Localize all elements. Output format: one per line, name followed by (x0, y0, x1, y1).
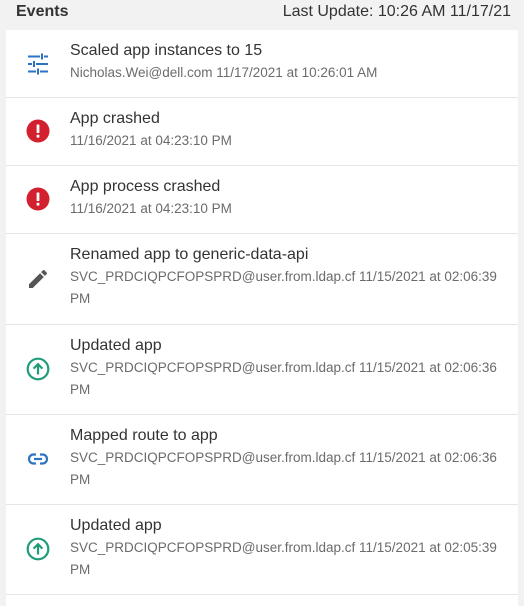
event-title: Scaled app instances to 15 (70, 42, 263, 59)
link-icon (25, 446, 51, 472)
event-item[interactable]: App process crashed 11/16/2021 at 04:23:… (6, 166, 518, 234)
sliders-icon (25, 51, 51, 77)
event-meta: SVC_PRDCIQPCFOPSPRD@user.from.ldap.cf 11… (70, 540, 497, 577)
event-text: Updated app SVC_PRDCIQPCFOPSPRD@user.fro… (70, 515, 512, 581)
event-meta: Nicholas.Wei@dell.com 11/17/2021 at 10:2… (70, 65, 378, 80)
event-text: Mapped route to app SVC_PRDCIQPCFOPSPRD@… (70, 425, 512, 491)
event-title: Updated app (70, 517, 162, 534)
arrow-up-circle-icon (25, 536, 51, 562)
event-meta: SVC_PRDCIQPCFOPSPRD@user.from.ldap.cf 11… (70, 269, 497, 306)
pencil-icon (25, 266, 51, 292)
events-title: Events (16, 3, 69, 20)
events-panel: Events Last Update: 10:26 AM 11/17/21 Sc… (0, 0, 524, 606)
arrow-up-circle-icon (25, 356, 51, 382)
event-item[interactable]: Updated app SVC_PRDCIQPCFOPSPRD@user.fro… (6, 325, 518, 415)
event-meta: SVC_PRDCIQPCFOPSPRD@user.from.ldap.cf 11… (70, 360, 497, 397)
event-title: App crashed (70, 110, 160, 127)
event-text: Updated app SVC_PRDCIQPCFOPSPRD@user.fro… (70, 335, 512, 401)
event-title: Updated app (70, 337, 162, 354)
event-text: Renamed app to generic-data-api SVC_PRDC… (70, 244, 512, 310)
last-update: Last Update: 10:26 AM 11/17/21 (282, 3, 511, 20)
event-item[interactable]: Scaled app instances to 15 Nicholas.Wei@… (6, 30, 518, 98)
event-text: Scaled app instances to 15 Nicholas.Wei@… (70, 40, 512, 84)
event-text: App crashed 11/16/2021 at 04:23:10 PM (70, 108, 512, 152)
error-icon (25, 118, 51, 144)
event-item[interactable]: Mapped route to app SVC_PRDCIQPCFOPSPRD@… (6, 415, 518, 505)
event-title: Renamed app to generic-data-api (70, 246, 309, 263)
event-meta: 11/16/2021 at 04:23:10 PM (70, 133, 232, 148)
events-list[interactable]: Scaled app instances to 15 Nicholas.Wei@… (6, 30, 518, 606)
error-icon (25, 186, 51, 212)
events-header: Events Last Update: 10:26 AM 11/17/21 (0, 0, 524, 26)
event-title: App process crashed (70, 178, 221, 195)
event-item[interactable]: Updated app SVC_PRDCIQPCFOPSPRD@user.fro… (6, 505, 518, 595)
event-meta: 11/16/2021 at 04:23:10 PM (70, 201, 232, 216)
event-text: App process crashed 11/16/2021 at 04:23:… (70, 176, 512, 220)
event-item[interactable]: App crashed 11/16/2021 at 04:23:10 PM (6, 98, 518, 166)
event-meta: SVC_PRDCIQPCFOPSPRD@user.from.ldap.cf 11… (70, 450, 497, 487)
event-title: Mapped route to app (70, 427, 218, 444)
event-item[interactable]: Renamed app to generic-data-api SVC_PRDC… (6, 234, 518, 325)
